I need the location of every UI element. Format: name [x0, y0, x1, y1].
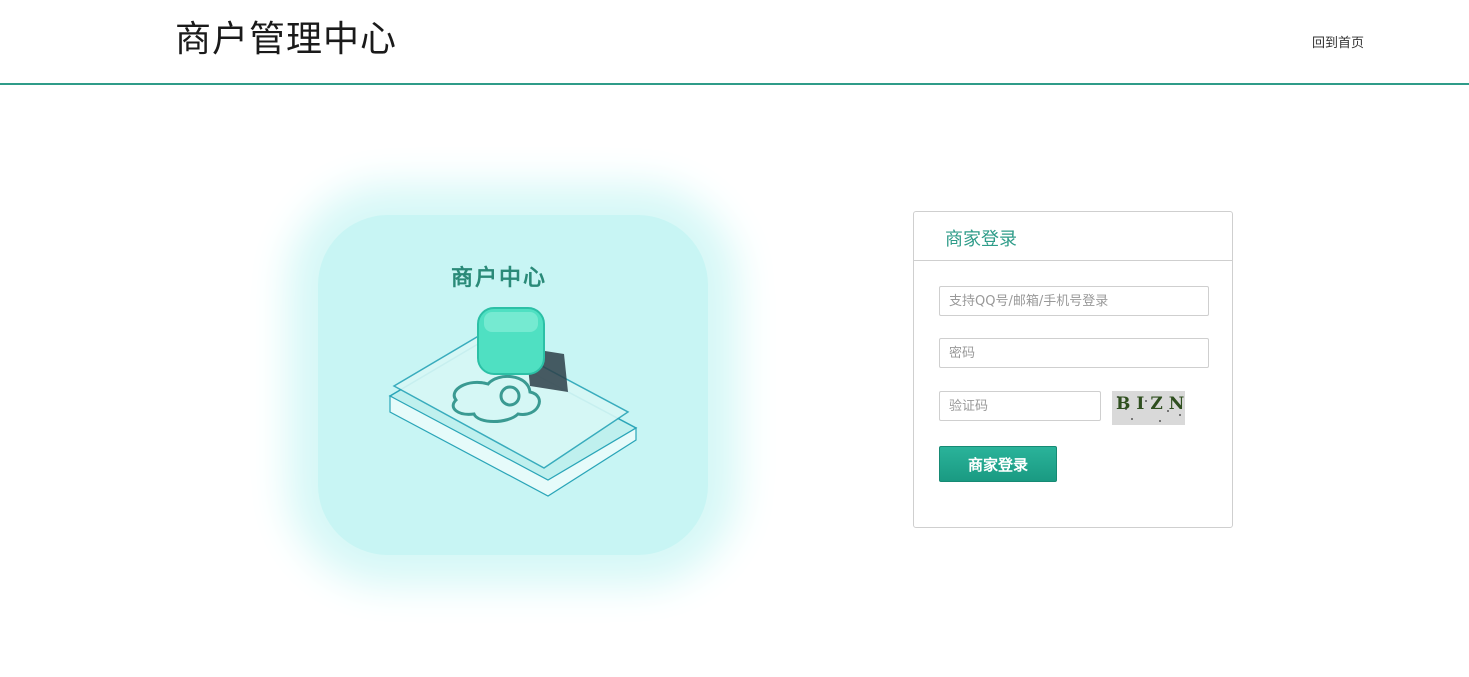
top-header: 商户管理中心 回到首页 [0, 0, 1469, 85]
password-input[interactable] [939, 338, 1209, 368]
merchant-illustration: 商户中心 [268, 190, 758, 590]
book-icon [388, 307, 638, 497]
login-panel: 商家登录 BIZN 商家登录 [913, 211, 1233, 528]
login-title: 商家登录 [945, 229, 1017, 250]
captcha-image[interactable]: BIZN [1112, 391, 1185, 425]
username-input[interactable] [939, 286, 1209, 316]
panel-header: 商家登录 [914, 212, 1232, 261]
site-title: 商户管理中心 [175, 19, 398, 60]
captcha-text: BIZN [1116, 394, 1191, 414]
login-button[interactable]: 商家登录 [939, 446, 1057, 482]
captcha-input[interactable] [939, 391, 1101, 421]
illustration-title: 商户中心 [450, 265, 547, 291]
home-link[interactable]: 回到首页 [1312, 32, 1364, 51]
